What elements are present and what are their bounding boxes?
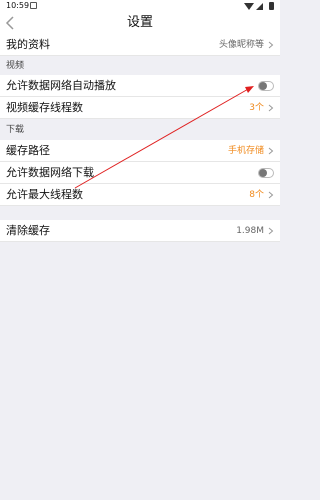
cache-size-value: 1.98M [236, 226, 264, 236]
section-header-video: 视频 [6, 61, 25, 71]
status-time: 10:59 [6, 1, 30, 10]
clear-cache-label: 清除缓存 [6, 224, 50, 237]
chevron-right-icon [268, 227, 274, 235]
profile-label: 我的资料 [6, 38, 50, 51]
video-cache-threads-value: 3个 [249, 103, 264, 113]
download-mobile-label: 允许数据网络下载 [6, 166, 94, 179]
chevron-right-icon [268, 191, 274, 199]
toggle-knob [259, 82, 267, 90]
chevron-right-icon [268, 147, 274, 155]
page-title: 设置 [126, 15, 153, 30]
max-threads-label: 允许最大线程数 [6, 188, 83, 201]
download-mobile-toggle[interactable] [258, 168, 274, 178]
max-threads-row[interactable]: 允许最大线程数 8个 [0, 184, 280, 206]
video-cache-threads-label: 视频缓存线程数 [6, 101, 83, 114]
cache-path-value: 手机存储 [227, 146, 264, 156]
video-cache-threads-row[interactable]: 视频缓存线程数 3个 [0, 97, 280, 119]
back-arrow-icon[interactable] [5, 16, 15, 30]
wifi-icon [244, 3, 254, 10]
chevron-right-icon [268, 104, 274, 112]
cache-path-row[interactable]: 缓存路径 手机存储 [0, 140, 280, 162]
profile-row[interactable]: 我的资料 头像昵称等 [0, 34, 280, 56]
cache-path-label: 缓存路径 [6, 144, 50, 157]
status-bar: 10:59 [0, 0, 280, 12]
profile-value: 头像昵称等 [218, 40, 264, 50]
autoplay-mobile-row[interactable]: 允许数据网络自动播放 [0, 75, 280, 97]
title-bar: 设置 [0, 12, 280, 34]
battery-icon [269, 2, 274, 10]
toggle-knob [259, 169, 267, 177]
download-mobile-row[interactable]: 允许数据网络下载 [0, 162, 280, 184]
clear-cache-row[interactable]: 清除缓存 1.98M [0, 220, 280, 242]
max-threads-value: 8个 [249, 190, 264, 200]
signal-icon [256, 3, 263, 10]
section-header-download: 下载 [6, 125, 25, 135]
autoplay-mobile-toggle[interactable] [258, 81, 274, 91]
autoplay-mobile-label: 允许数据网络自动播放 [6, 79, 116, 92]
chevron-right-icon [268, 41, 274, 49]
sim-icon [30, 2, 37, 9]
